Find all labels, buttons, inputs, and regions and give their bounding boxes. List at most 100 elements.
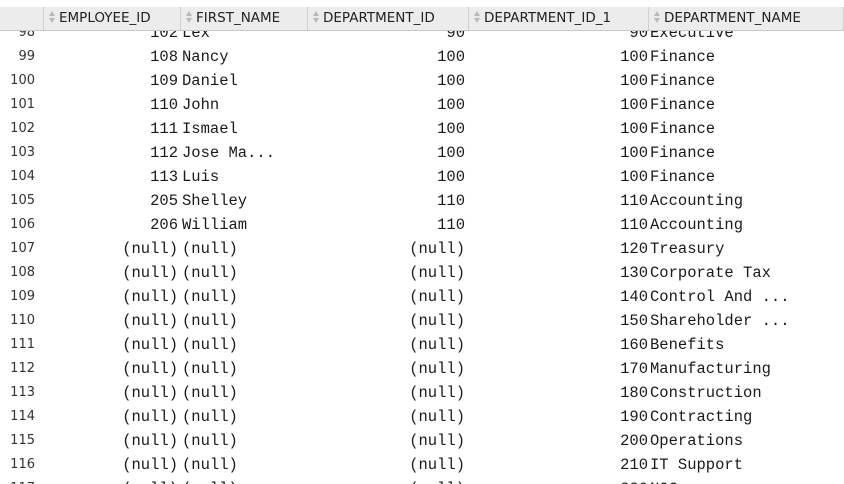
employee-id-cell[interactable]: 205 (44, 189, 178, 213)
table-row[interactable]: 100 109 Daniel 100 100 Finance (0, 69, 844, 93)
department-id-cell[interactable]: (null) (308, 357, 465, 381)
department-id-cell[interactable]: (null) (308, 477, 465, 484)
department-id-cell[interactable]: 100 (308, 45, 465, 69)
department-id-1-cell[interactable]: 100 (470, 141, 648, 165)
department-id-cell[interactable]: (null) (308, 453, 465, 477)
first-name-cell[interactable]: (null) (182, 429, 307, 453)
department-name-cell[interactable]: Construction (650, 381, 842, 405)
first-name-cell[interactable]: (null) (182, 333, 307, 357)
first-name-cell[interactable]: (null) (182, 357, 307, 381)
department-id-cell[interactable]: 100 (308, 141, 465, 165)
first-name-cell[interactable]: (null) (182, 237, 307, 261)
employee-id-cell[interactable]: (null) (44, 237, 178, 261)
employee-id-cell[interactable]: (null) (44, 453, 178, 477)
first-name-cell[interactable]: (null) (182, 309, 307, 333)
department-name-cell[interactable]: Treasury (650, 237, 842, 261)
department-name-cell[interactable]: NOC (650, 477, 842, 484)
table-row[interactable]: 112 (null) (null) (null) 170 Manufacturing (0, 357, 844, 381)
sort-icon[interactable] (472, 10, 482, 24)
first-name-cell[interactable]: (null) (182, 381, 307, 405)
employee-id-cell[interactable]: (null) (44, 429, 178, 453)
first-name-cell[interactable]: (null) (182, 405, 307, 429)
employee-id-cell[interactable]: 206 (44, 213, 178, 237)
department-id-1-cell[interactable]: 100 (470, 165, 648, 189)
department-id-1-cell[interactable]: 130 (470, 261, 648, 285)
department-id-1-cell[interactable]: 110 (470, 213, 648, 237)
sort-icon[interactable] (311, 10, 321, 24)
employee-id-cell[interactable]: 112 (44, 141, 178, 165)
department-id-1-cell[interactable]: 100 (470, 93, 648, 117)
department-id-cell[interactable]: 100 (308, 165, 465, 189)
department-id-cell[interactable]: (null) (308, 381, 465, 405)
table-row[interactable]: 105 205 Shelley 110 110 Accounting (0, 189, 844, 213)
table-row[interactable]: 102 111 Ismael 100 100 Finance (0, 117, 844, 141)
department-id-cell[interactable]: 100 (308, 117, 465, 141)
first-name-cell[interactable]: William (182, 213, 307, 237)
department-name-cell[interactable]: Finance (650, 69, 842, 93)
table-row[interactable]: 109 (null) (null) (null) 140 Control And ... (0, 285, 844, 309)
department-id-cell[interactable]: 100 (308, 93, 465, 117)
department-id-cell[interactable]: (null) (308, 237, 465, 261)
first-name-cell[interactable]: Nancy (182, 45, 307, 69)
table-row[interactable]: 110 (null) (null) (null) 150 Shareholder ... (0, 309, 844, 333)
table-row[interactable]: 113 (null) (null) (null) 180 Construction (0, 381, 844, 405)
department-id-1-cell[interactable]: 100 (470, 45, 648, 69)
sort-icon[interactable] (47, 10, 57, 24)
column-header-department-id-1[interactable]: DEPARTMENT_ID_1 (469, 7, 649, 30)
department-id-1-cell[interactable]: 90 (470, 31, 648, 45)
column-header-employee-id[interactable]: EMPLOYEE_ID (44, 7, 181, 30)
table-row[interactable]: 111 (null) (null) (null) 160 Benefits (0, 333, 844, 357)
department-id-cell[interactable]: (null) (308, 309, 465, 333)
department-name-cell[interactable]: Executive (650, 31, 842, 45)
department-id-1-cell[interactable]: 150 (470, 309, 648, 333)
table-row[interactable]: 106 206 William 110 110 Accounting (0, 213, 844, 237)
employee-id-cell[interactable]: (null) (44, 309, 178, 333)
employee-id-cell[interactable]: (null) (44, 261, 178, 285)
table-row[interactable]: 116 (null) (null) (null) 210 IT Support (0, 453, 844, 477)
table-row[interactable]: 114 (null) (null) (null) 190 Contracting (0, 405, 844, 429)
department-name-cell[interactable]: Accounting (650, 189, 842, 213)
department-name-cell[interactable]: IT Support (650, 453, 842, 477)
employee-id-cell[interactable]: (null) (44, 405, 178, 429)
employee-id-cell[interactable]: (null) (44, 285, 178, 309)
employee-id-cell[interactable]: (null) (44, 357, 178, 381)
department-id-1-cell[interactable]: 200 (470, 429, 648, 453)
table-row[interactable]: 98 102 Lex 90 90 Executive (0, 31, 844, 45)
department-id-1-cell[interactable]: 160 (470, 333, 648, 357)
department-id-cell[interactable]: (null) (308, 405, 465, 429)
department-id-cell[interactable]: (null) (308, 285, 465, 309)
department-id-cell[interactable]: (null) (308, 429, 465, 453)
department-name-cell[interactable]: Shareholder ... (650, 309, 842, 333)
first-name-cell[interactable]: (null) (182, 453, 307, 477)
department-id-cell[interactable]: 100 (308, 69, 465, 93)
department-name-cell[interactable]: Control And ... (650, 285, 842, 309)
department-name-cell[interactable]: Manufacturing (650, 357, 842, 381)
table-row[interactable]: 108 (null) (null) (null) 130 Corporate Tax (0, 261, 844, 285)
employee-id-cell[interactable]: (null) (44, 477, 178, 484)
department-id-1-cell[interactable]: 220 (470, 477, 648, 484)
table-row[interactable]: 117(null)(null)(null)220NOC (0, 477, 844, 484)
table-row[interactable]: 104 113 Luis 100 100 Finance (0, 165, 844, 189)
department-id-1-cell[interactable]: 110 (470, 189, 648, 213)
first-name-cell[interactable]: Luis (182, 165, 307, 189)
department-id-cell[interactable]: (null) (308, 261, 465, 285)
employee-id-cell[interactable]: 102 (44, 31, 178, 45)
department-name-cell[interactable]: Accounting (650, 213, 842, 237)
first-name-cell[interactable]: (null) (182, 285, 307, 309)
department-name-cell[interactable]: Finance (650, 141, 842, 165)
department-id-1-cell[interactable]: 100 (470, 117, 648, 141)
department-name-cell[interactable]: Finance (650, 93, 842, 117)
department-name-cell[interactable]: Finance (650, 117, 842, 141)
sort-icon[interactable] (652, 10, 662, 24)
department-name-cell[interactable]: Finance (650, 165, 842, 189)
first-name-cell[interactable]: Shelley (182, 189, 307, 213)
first-name-cell[interactable]: John (182, 93, 307, 117)
grid-body[interactable]: 98 102 Lex 90 90 Executive 99 108 Nancy 100 100 Fin… (0, 31, 844, 484)
department-name-cell[interactable]: Benefits (650, 333, 842, 357)
department-id-1-cell[interactable]: 180 (470, 381, 648, 405)
department-name-cell[interactable]: Operations (650, 429, 842, 453)
column-header-department-name[interactable]: DEPARTMENT_NAME (649, 7, 844, 30)
department-id-1-cell[interactable]: 120 (470, 237, 648, 261)
column-header-department-id[interactable]: DEPARTMENT_ID (308, 7, 469, 30)
employee-id-cell[interactable]: 110 (44, 93, 178, 117)
